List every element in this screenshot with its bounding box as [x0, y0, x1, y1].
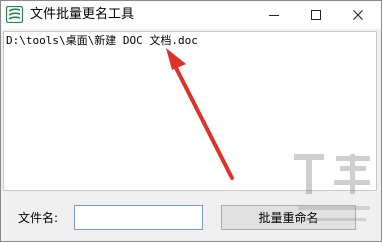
- minimize-button[interactable]: [253, 1, 295, 29]
- minimize-icon: [269, 15, 279, 16]
- maximize-button[interactable]: [295, 1, 337, 29]
- maximize-icon: [311, 10, 321, 20]
- title-bar[interactable]: 文件批量更名工具: [1, 1, 381, 29]
- close-icon: [353, 10, 363, 20]
- app-icon: [6, 6, 23, 23]
- file-list-textarea[interactable]: D:\tools\桌面\新建 DOC 文档.doc: [3, 31, 377, 191]
- batch-rename-button[interactable]: 批量重命名: [221, 205, 356, 230]
- close-button[interactable]: [337, 1, 379, 29]
- filename-input[interactable]: [74, 205, 203, 230]
- app-window: 文件批量更名工具 D:\tools\桌面\新建 DOC 文档.doc 文件名: …: [0, 0, 382, 242]
- file-path-text: D:\tools\桌面\新建 DOC 文档.doc: [6, 34, 198, 47]
- filename-label: 文件名:: [18, 211, 59, 225]
- window-title: 文件批量更名工具: [30, 7, 135, 22]
